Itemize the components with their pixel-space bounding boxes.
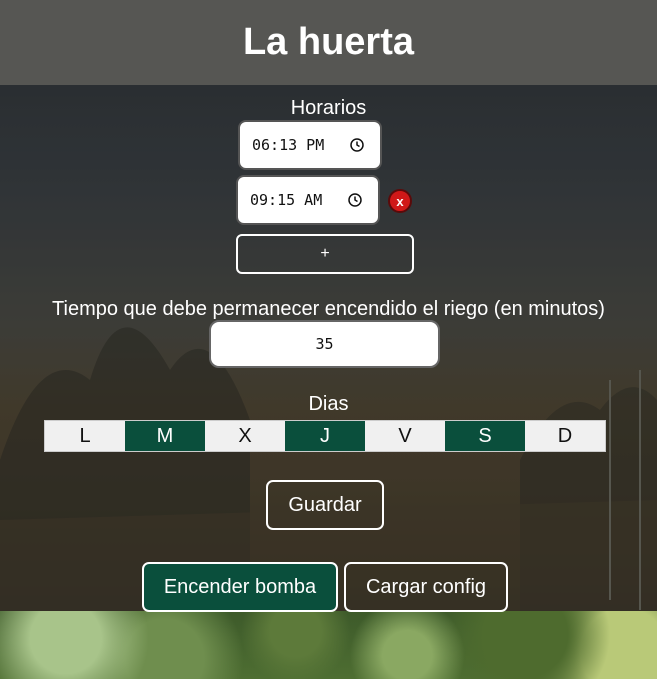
background-vegetables <box>0 611 657 679</box>
duration-label: Tiempo que debe permanecer encendido el … <box>52 298 605 320</box>
time-input-2[interactable]: 09:15 AM <box>236 175 380 225</box>
day-toggle-m[interactable]: M <box>125 421 205 451</box>
day-toggle-s[interactable]: S <box>445 421 525 451</box>
duration-input[interactable]: 35 <box>209 320 440 368</box>
save-button[interactable]: Guardar <box>266 480 384 530</box>
days-selector: L M X J V S D <box>44 420 606 452</box>
time-input-1[interactable]: 06:13 PM <box>238 120 382 170</box>
pump-on-button[interactable]: Encender bomba <box>142 562 338 612</box>
time-value-2: 09:15 AM <box>250 191 323 209</box>
day-toggle-j[interactable]: J <box>285 421 365 451</box>
add-time-button[interactable]: + <box>236 234 414 274</box>
day-toggle-d[interactable]: D <box>525 421 605 451</box>
day-toggle-x[interactable]: X <box>205 421 285 451</box>
day-toggle-l[interactable]: L <box>45 421 125 451</box>
clock-icon[interactable] <box>348 193 362 207</box>
days-label: Dias <box>308 393 349 415</box>
load-config-button[interactable]: Cargar config <box>344 562 508 612</box>
remove-time-button[interactable]: x <box>388 189 412 213</box>
time-value-1: 06:13 PM <box>252 136 325 154</box>
schedules-label: Horarios <box>290 97 367 119</box>
page-title: La huerta <box>242 21 415 63</box>
day-toggle-v[interactable]: V <box>365 421 445 451</box>
app-header: La huerta <box>0 0 657 85</box>
clock-icon[interactable] <box>350 138 364 152</box>
